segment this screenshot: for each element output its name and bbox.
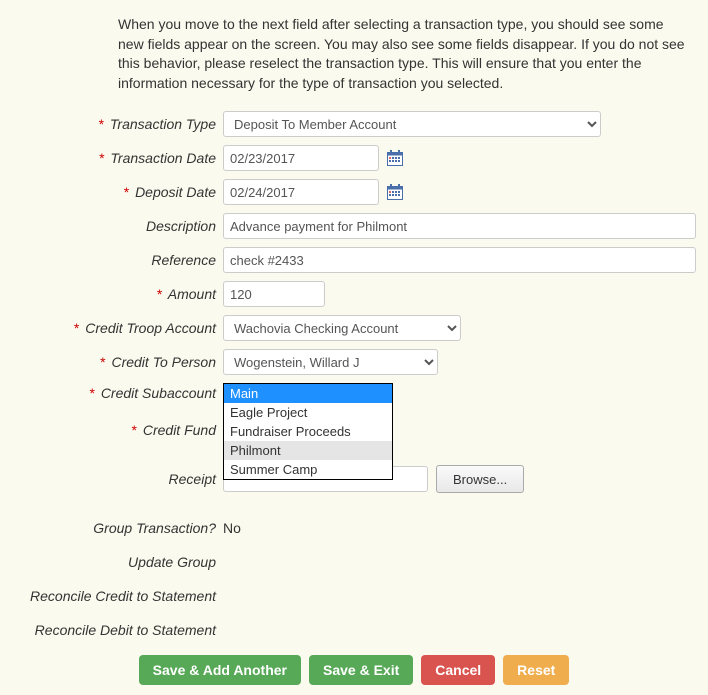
transaction-date-input[interactable] xyxy=(223,145,379,171)
browse-button[interactable]: Browse... xyxy=(436,465,524,493)
credit-subaccount-listbox[interactable]: MainEagle ProjectFundraiser ProceedsPhil… xyxy=(223,383,393,480)
label-credit-troop-account: * Credit Troop Account xyxy=(10,320,223,337)
label-group-transaction: Group Transaction? xyxy=(10,520,223,537)
label-transaction-type: * Transaction Type xyxy=(10,116,223,133)
group-transaction-value: No xyxy=(223,520,241,536)
label-update-group: Update Group xyxy=(10,554,223,571)
description-input[interactable] xyxy=(223,213,696,239)
save-exit-button[interactable]: Save & Exit xyxy=(309,655,413,685)
reference-input[interactable] xyxy=(223,247,696,273)
label-amount: * Amount xyxy=(10,286,223,303)
reset-button[interactable]: Reset xyxy=(503,655,569,685)
label-description: Description xyxy=(10,218,223,235)
subaccount-option[interactable]: Summer Camp xyxy=(224,460,392,479)
cancel-button[interactable]: Cancel xyxy=(421,655,495,685)
label-reference: Reference xyxy=(10,252,223,269)
label-reconcile-credit: Reconcile Credit to Statement xyxy=(10,588,223,605)
label-transaction-date: * Transaction Date xyxy=(10,150,223,167)
label-deposit-date: * Deposit Date xyxy=(10,184,223,201)
subaccount-option[interactable]: Philmont xyxy=(224,441,392,460)
subaccount-option[interactable]: Main xyxy=(224,384,392,403)
intro-text: When you move to the next field after se… xyxy=(118,15,688,93)
subaccount-option[interactable]: Fundraiser Proceeds xyxy=(224,422,392,441)
deposit-date-input[interactable] xyxy=(223,179,379,205)
label-credit-subaccount: * Credit Subaccount xyxy=(10,383,223,402)
label-receipt: Receipt xyxy=(10,471,223,488)
credit-troop-account-select[interactable]: Wachovia Checking Account xyxy=(223,315,461,341)
save-add-another-button[interactable]: Save & Add Another xyxy=(139,655,301,685)
calendar-icon[interactable] xyxy=(387,184,403,200)
transaction-type-select[interactable]: Deposit To Member Account xyxy=(223,111,601,137)
subaccount-option[interactable]: Eagle Project xyxy=(224,403,392,422)
label-reconcile-debit: Reconcile Debit to Statement xyxy=(10,622,223,639)
amount-input[interactable] xyxy=(223,281,325,307)
credit-to-person-select[interactable]: Wogenstein, Willard J xyxy=(223,349,438,375)
label-credit-to-person: * Credit To Person xyxy=(10,354,223,371)
calendar-icon[interactable] xyxy=(387,150,403,166)
label-credit-fund: * Credit Fund xyxy=(10,422,223,439)
